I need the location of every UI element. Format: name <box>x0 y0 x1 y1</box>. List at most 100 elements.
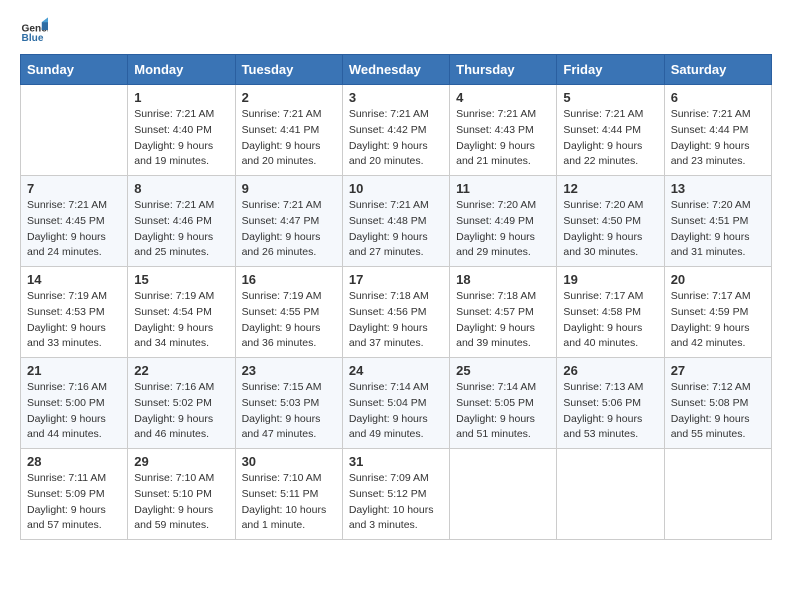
calendar-header-row: SundayMondayTuesdayWednesdayThursdayFrid… <box>21 55 772 85</box>
calendar-cell: 12Sunrise: 7:20 AMSunset: 4:50 PMDayligh… <box>557 176 664 267</box>
calendar-cell: 27Sunrise: 7:12 AMSunset: 5:08 PMDayligh… <box>664 358 771 449</box>
calendar-cell: 4 Sunrise: 7:21 AMSunset: 4:43 PMDaylight… <box>450 85 557 176</box>
day-info: Sunrise: 7:19 AMSunset: 4:54 PMDaylight:… <box>134 289 228 352</box>
day-info: Sunrise: 7:20 AMSunset: 4:50 PMDaylight:… <box>563 198 657 261</box>
calendar-week-1: 1 Sunrise: 7:21 AMSunset: 4:40 PMDaylight… <box>21 85 772 176</box>
day-number: 14 <box>27 272 121 287</box>
calendar-week-2: 7Sunrise: 7:21 AMSunset: 4:45 PMDaylight… <box>21 176 772 267</box>
calendar-cell: 5 Sunrise: 7:21 AMSunset: 4:44 PMDaylight… <box>557 85 664 176</box>
day-number: 15 <box>134 272 228 287</box>
day-info: Sunrise: 7:21 AMSunset: 4:44 PMDaylight:… <box>671 107 765 170</box>
day-number: 4 <box>456 90 550 105</box>
calendar-week-3: 14 Sunrise: 7:19 AMSunset: 4:53 PMDayligh… <box>21 267 772 358</box>
calendar-cell: 20 Sunrise: 7:17 AMSunset: 4:59 PMDayligh… <box>664 267 771 358</box>
calendar-cell: 18Sunrise: 7:18 AMSunset: 4:57 PMDayligh… <box>450 267 557 358</box>
day-info: Sunrise: 7:21 AMSunset: 4:48 PMDaylight:… <box>349 198 443 261</box>
day-info: Sunrise: 7:15 AMSunset: 5:03 PMDaylight:… <box>242 380 336 443</box>
day-info: Sunrise: 7:19 AMSunset: 4:55 PMDaylight:… <box>242 289 336 352</box>
day-number: 19 <box>563 272 657 287</box>
day-info: Sunrise: 7:12 AMSunset: 5:08 PMDaylight:… <box>671 380 765 443</box>
day-info: Sunrise: 7:20 AMSunset: 4:49 PMDaylight:… <box>456 198 550 261</box>
day-number: 10 <box>349 181 443 196</box>
day-info: Sunrise: 7:19 AMSunset: 4:53 PMDaylight:… <box>27 289 121 352</box>
calendar-cell <box>664 449 771 540</box>
header-monday: Monday <box>128 55 235 85</box>
day-number: 22 <box>134 363 228 378</box>
calendar-cell: 1 Sunrise: 7:21 AMSunset: 4:40 PMDaylight… <box>128 85 235 176</box>
header-saturday: Saturday <box>664 55 771 85</box>
calendar-cell: 19 Sunrise: 7:17 AMSunset: 4:58 PMDayligh… <box>557 267 664 358</box>
calendar-cell: 22Sunrise: 7:16 AMSunset: 5:02 PMDayligh… <box>128 358 235 449</box>
day-info: Sunrise: 7:21 AMSunset: 4:46 PMDaylight:… <box>134 198 228 261</box>
calendar-week-4: 21 Sunrise: 7:16 AMSunset: 5:00 PMDayligh… <box>21 358 772 449</box>
day-number: 17 <box>349 272 443 287</box>
header-tuesday: Tuesday <box>235 55 342 85</box>
day-info: Sunrise: 7:18 AMSunset: 4:56 PMDaylight:… <box>349 289 443 352</box>
day-info: Sunrise: 7:13 AMSunset: 5:06 PMDaylight:… <box>563 380 657 443</box>
logo-icon: General Blue <box>20 16 48 44</box>
day-number: 28 <box>27 454 121 469</box>
day-number: 21 <box>27 363 121 378</box>
calendar-cell: 23 Sunrise: 7:15 AMSunset: 5:03 PMDayligh… <box>235 358 342 449</box>
day-number: 23 <box>242 363 336 378</box>
calendar-cell: 29 Sunrise: 7:10 AMSunset: 5:10 PMDayligh… <box>128 449 235 540</box>
day-number: 13 <box>671 181 765 196</box>
header-thursday: Thursday <box>450 55 557 85</box>
calendar-cell: 21 Sunrise: 7:16 AMSunset: 5:00 PMDayligh… <box>21 358 128 449</box>
day-number: 3 <box>349 90 443 105</box>
day-number: 1 <box>134 90 228 105</box>
day-number: 9 <box>242 181 336 196</box>
day-info: Sunrise: 7:17 AMSunset: 4:58 PMDaylight:… <box>563 289 657 352</box>
calendar-cell: 6 Sunrise: 7:21 AMSunset: 4:44 PMDaylight… <box>664 85 771 176</box>
day-info: Sunrise: 7:20 AMSunset: 4:51 PMDaylight:… <box>671 198 765 261</box>
calendar-cell: 14 Sunrise: 7:19 AMSunset: 4:53 PMDayligh… <box>21 267 128 358</box>
day-info: Sunrise: 7:10 AMSunset: 5:11 PMDaylight:… <box>242 471 336 534</box>
day-number: 5 <box>563 90 657 105</box>
page-header: General Blue <box>20 16 772 44</box>
day-number: 2 <box>242 90 336 105</box>
day-number: 24 <box>349 363 443 378</box>
header-sunday: Sunday <box>21 55 128 85</box>
svg-text:Blue: Blue <box>22 33 44 44</box>
calendar-cell: 7Sunrise: 7:21 AMSunset: 4:45 PMDaylight… <box>21 176 128 267</box>
day-number: 29 <box>134 454 228 469</box>
day-info: Sunrise: 7:11 AMSunset: 5:09 PMDaylight:… <box>27 471 121 534</box>
day-info: Sunrise: 7:21 AMSunset: 4:44 PMDaylight:… <box>563 107 657 170</box>
calendar-cell: 26 Sunrise: 7:13 AMSunset: 5:06 PMDayligh… <box>557 358 664 449</box>
calendar-cell <box>21 85 128 176</box>
calendar-table: SundayMondayTuesdayWednesdayThursdayFrid… <box>20 54 772 540</box>
day-number: 6 <box>671 90 765 105</box>
day-number: 8 <box>134 181 228 196</box>
calendar-cell: 25 Sunrise: 7:14 AMSunset: 5:05 PMDayligh… <box>450 358 557 449</box>
header-friday: Friday <box>557 55 664 85</box>
calendar-cell <box>557 449 664 540</box>
calendar-cell: 17 Sunrise: 7:18 AMSunset: 4:56 PMDayligh… <box>342 267 449 358</box>
calendar-cell: 30Sunrise: 7:10 AMSunset: 5:11 PMDayligh… <box>235 449 342 540</box>
day-info: Sunrise: 7:21 AMSunset: 4:41 PMDaylight:… <box>242 107 336 170</box>
day-info: Sunrise: 7:10 AMSunset: 5:10 PMDaylight:… <box>134 471 228 534</box>
day-number: 7 <box>27 181 121 196</box>
calendar-cell: 13 Sunrise: 7:20 AMSunset: 4:51 PMDayligh… <box>664 176 771 267</box>
calendar-cell: 11Sunrise: 7:20 AMSunset: 4:49 PMDayligh… <box>450 176 557 267</box>
calendar-cell: 16 Sunrise: 7:19 AMSunset: 4:55 PMDayligh… <box>235 267 342 358</box>
day-number: 18 <box>456 272 550 287</box>
calendar-week-5: 28 Sunrise: 7:11 AMSunset: 5:09 PMDayligh… <box>21 449 772 540</box>
day-info: Sunrise: 7:14 AMSunset: 5:04 PMDaylight:… <box>349 380 443 443</box>
day-number: 25 <box>456 363 550 378</box>
day-number: 26 <box>563 363 657 378</box>
calendar-cell: 28 Sunrise: 7:11 AMSunset: 5:09 PMDayligh… <box>21 449 128 540</box>
calendar-cell: 9Sunrise: 7:21 AMSunset: 4:47 PMDaylight… <box>235 176 342 267</box>
calendar-cell: 15 Sunrise: 7:19 AMSunset: 4:54 PMDayligh… <box>128 267 235 358</box>
logo: General Blue <box>20 16 48 44</box>
day-info: Sunrise: 7:17 AMSunset: 4:59 PMDaylight:… <box>671 289 765 352</box>
calendar-cell: 8 Sunrise: 7:21 AMSunset: 4:46 PMDaylight… <box>128 176 235 267</box>
day-info: Sunrise: 7:21 AMSunset: 4:40 PMDaylight:… <box>134 107 228 170</box>
day-info: Sunrise: 7:14 AMSunset: 5:05 PMDaylight:… <box>456 380 550 443</box>
day-info: Sunrise: 7:21 AMSunset: 4:43 PMDaylight:… <box>456 107 550 170</box>
day-number: 16 <box>242 272 336 287</box>
day-info: Sunrise: 7:09 AMSunset: 5:12 PMDaylight:… <box>349 471 443 534</box>
day-number: 31 <box>349 454 443 469</box>
calendar-cell: 2 Sunrise: 7:21 AMSunset: 4:41 PMDaylight… <box>235 85 342 176</box>
day-number: 20 <box>671 272 765 287</box>
day-info: Sunrise: 7:16 AMSunset: 5:00 PMDaylight:… <box>27 380 121 443</box>
